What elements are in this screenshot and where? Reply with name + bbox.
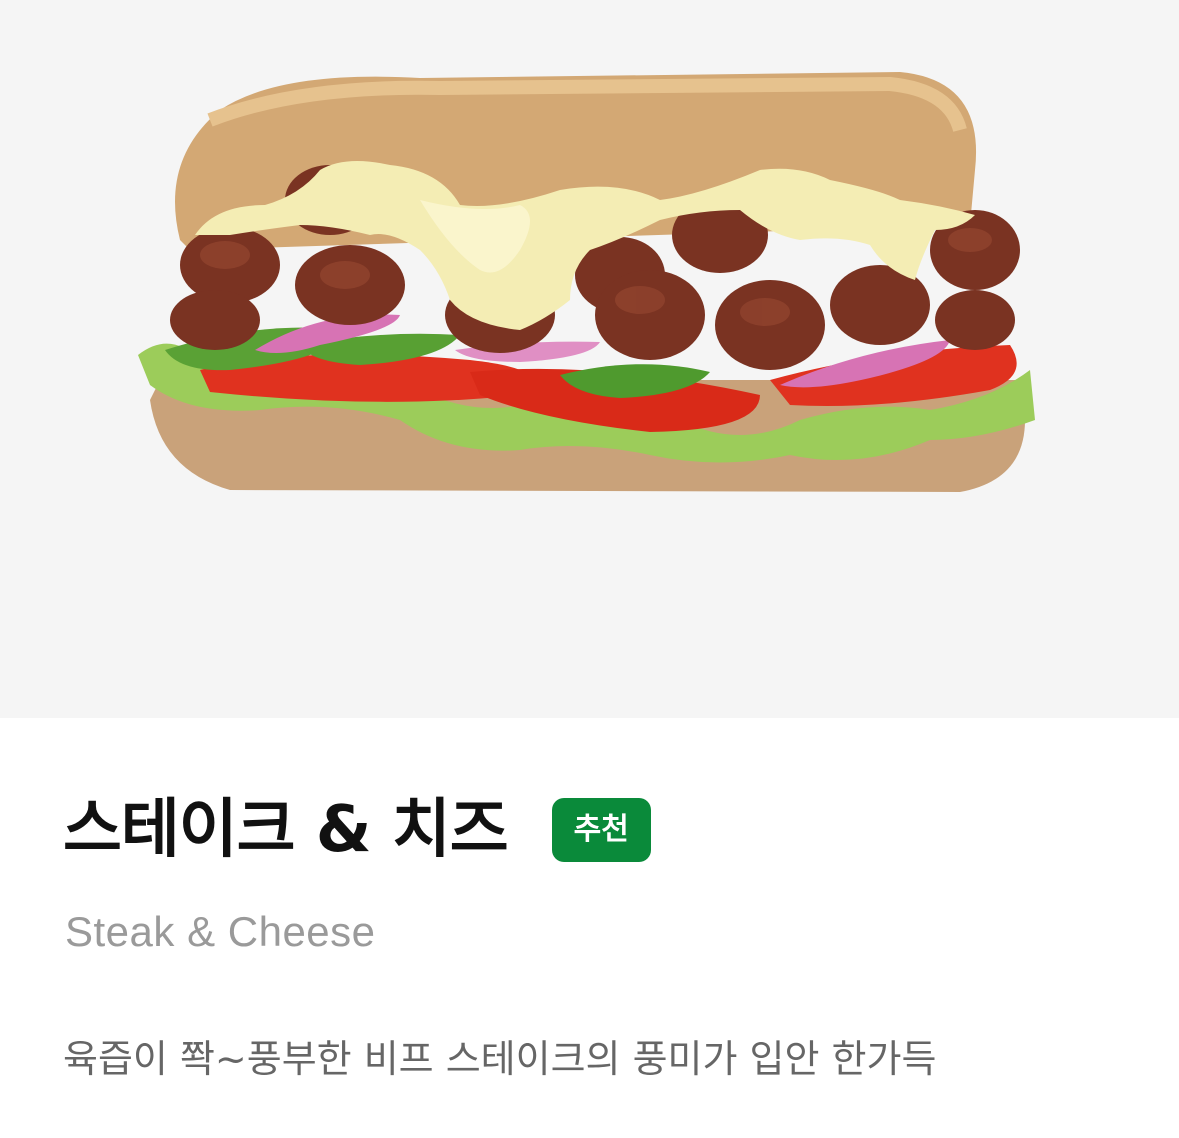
title-row: 스테이크 & 치즈 추천 <box>63 798 651 862</box>
product-hero-image <box>0 0 1179 718</box>
product-title: 스테이크 & 치즈 <box>63 793 509 867</box>
product-english-name: Steak & Cheese <box>65 908 376 955</box>
product-info-panel: 스테이크 & 치즈 추천 Steak & Cheese 육즙이 쫙~풍부한 비프… <box>0 718 1179 1138</box>
recommended-badge: 추천 <box>551 798 651 862</box>
sandwich-illustration <box>138 72 1035 492</box>
product-description: 육즙이 쫙~풍부한 비프 스테이크의 풍미가 입안 한가득 <box>63 1037 937 1081</box>
